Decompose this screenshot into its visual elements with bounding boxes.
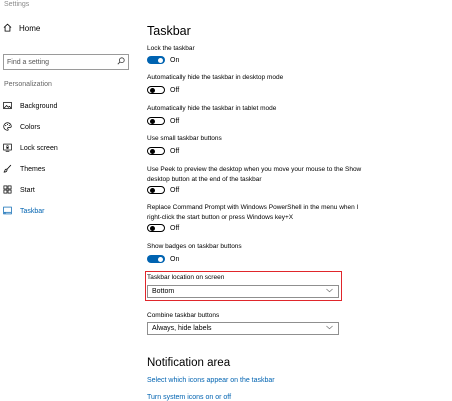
setting-label-autohide-desktop: Automatically hide the taskbar in deskto…: [147, 74, 284, 81]
combine-buttons-dropdown[interactable]: Always, hide labels: [147, 322, 339, 335]
sidebar-item-themes[interactable]: Themes: [3, 159, 133, 180]
toggle-state: Off: [170, 186, 180, 194]
start-icon: [3, 185, 12, 196]
taskbar-location-dropdown[interactable]: Bottom: [147, 285, 339, 298]
sidebar: Home Find a setting Personalization Back…: [0, 14, 138, 400]
sidebar-item-label: Taskbar: [20, 208, 45, 215]
palette-icon: [3, 122, 12, 133]
sidebar-item-label: Background: [20, 103, 58, 110]
sidebar-item-label: Lock screen: [20, 145, 58, 152]
toggle-switch[interactable]: [147, 224, 165, 232]
sidebar-item-label: Themes: [20, 166, 46, 173]
lock-taskbar-toggle[interactable]: On: [147, 56, 179, 64]
section-label: Personalization: [4, 81, 52, 88]
home-nav-item[interactable]: Home: [3, 23, 40, 34]
toggle-switch[interactable]: [147, 86, 165, 94]
toggle-state: Off: [170, 86, 180, 94]
search-icon[interactable]: [117, 57, 125, 67]
toggle-switch[interactable]: [147, 56, 165, 64]
window-title: Settings: [4, 1, 30, 8]
sidebar-nav: Background Colors Lock screen Themes Sta…: [3, 96, 133, 222]
chevron-down-icon: [326, 288, 333, 295]
sidebar-item-start[interactable]: Start: [3, 180, 133, 201]
location-label: Taskbar location on screen: [147, 274, 225, 281]
brush-icon: [3, 164, 12, 175]
notification-area-heading: Notification area: [147, 357, 231, 369]
taskbar-icon: [3, 206, 12, 217]
toggle-state: Off: [170, 117, 180, 125]
sidebar-item-colors[interactable]: Colors: [3, 117, 133, 138]
search-field[interactable]: Find a setting: [3, 54, 129, 70]
toggle-state: Off: [170, 224, 180, 232]
sidebar-item-background[interactable]: Background: [3, 96, 133, 117]
search-input[interactable]: Find a setting: [7, 59, 49, 66]
page-title: Taskbar: [147, 24, 191, 38]
toggle-state: Off: [170, 147, 180, 155]
toggle-switch[interactable]: [147, 117, 165, 125]
home-icon: [3, 23, 12, 34]
toggle-state: On: [170, 56, 180, 64]
dropdown-value: Bottom: [152, 288, 175, 295]
setting-label-autohide-tablet: Automatically hide the taskbar in tablet…: [147, 105, 277, 112]
sidebar-item-taskbar[interactable]: Taskbar: [3, 201, 133, 222]
small-buttons-toggle[interactable]: Off: [147, 147, 179, 155]
setting-label-lock-taskbar: Lock the taskbar: [147, 45, 195, 52]
toggle-state: On: [170, 255, 180, 263]
setting-label-peek: Use Peek to preview the desktop when you…: [147, 166, 362, 183]
home-label: Home: [19, 24, 41, 33]
sidebar-item-label: Colors: [20, 124, 41, 131]
chevron-down-icon: [326, 325, 333, 332]
image-icon: [3, 101, 12, 112]
dropdown-value: Always, hide labels: [152, 325, 212, 332]
lock-screen-icon: [3, 143, 12, 154]
main-panel: Taskbar Lock the taskbar On Automaticall…: [145, 0, 447, 401]
peek-toggle[interactable]: Off: [147, 186, 179, 194]
select-icons-link[interactable]: Select which icons appear on the taskbar: [147, 377, 275, 384]
sidebar-item-label: Start: [20, 187, 35, 194]
toggle-switch[interactable]: [147, 147, 165, 155]
powershell-toggle[interactable]: Off: [147, 224, 179, 232]
setting-label-small-buttons: Use small taskbar buttons: [147, 135, 222, 142]
setting-label-powershell: Replace Command Prompt with Windows Powe…: [147, 204, 359, 221]
toggle-switch[interactable]: [147, 186, 165, 194]
autohide-tablet-toggle[interactable]: Off: [147, 117, 179, 125]
sidebar-item-lock-screen[interactable]: Lock screen: [3, 138, 133, 159]
setting-label-badges: Show badges on taskbar buttons: [147, 243, 242, 250]
combine-label: Combine taskbar buttons: [147, 312, 220, 319]
autohide-desktop-toggle[interactable]: Off: [147, 86, 179, 94]
toggle-switch[interactable]: [147, 255, 165, 263]
badges-toggle[interactable]: On: [147, 255, 179, 263]
